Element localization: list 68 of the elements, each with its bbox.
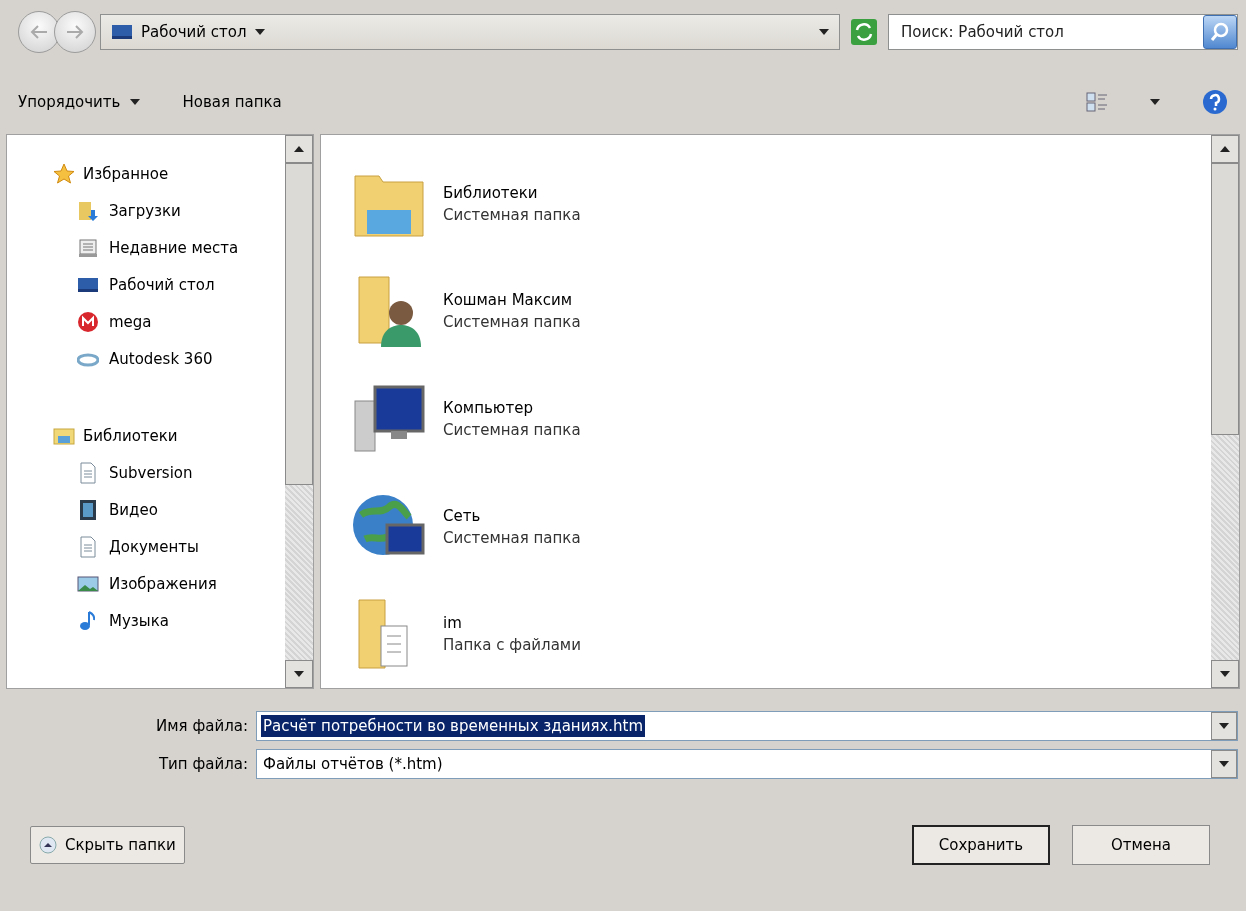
breadcrumb-caret-icon [254,29,265,35]
nav-item[interactable]: mega [37,303,285,340]
nav-group[interactable]: Библиотеки [37,417,285,454]
item-name[interactable]: Библиотеки [443,183,581,202]
down-arrow-icon [294,671,304,677]
filetype-label: Тип файла: [157,755,249,773]
new-folder-button[interactable]: Новая папка [182,89,282,115]
dialog-button[interactable]: Отмена [1072,825,1210,865]
caret-icon [1219,761,1229,767]
document-icon [77,461,99,484]
dropdown-caret-icon [819,29,829,35]
scrollbar[interactable] [285,135,313,688]
right-arrow-icon [66,25,84,39]
filename-label: Имя файла: [155,717,249,735]
nav-group[interactable]: Избранное [37,155,285,192]
scrollbar[interactable] [1211,135,1239,688]
scroll-down-button[interactable] [285,660,313,688]
down-arrow-icon [1220,671,1230,677]
item-name[interactable]: im [443,614,581,633]
nav-item[interactable]: Недавние места [37,229,285,266]
nav-item[interactable]: Видео [37,491,285,528]
document-icon [77,535,99,558]
dropdown-button[interactable] [1211,750,1237,778]
nav-item[interactable]: Документы [37,528,285,565]
dropdown-button[interactable] [1211,712,1237,740]
folder-download-icon [77,199,99,222]
help-icon[interactable] [1202,89,1228,115]
item-type: Системная папка [443,313,581,332]
item-type: Системная папка [443,528,581,547]
nav-item[interactable]: Рабочий стол [37,266,285,303]
scroll-up-button[interactable] [1211,135,1239,163]
left-arrow-icon [30,25,48,39]
hide-folders-button[interactable]: Скрыть папки [30,826,185,864]
item-type: Системная папка [443,205,581,224]
search-input[interactable]: Поиск: Рабочий стол [899,22,1203,42]
collapse-icon [39,836,57,854]
nav-item[interactable]: Autodesk 360 [37,340,285,377]
search-button[interactable] [1203,15,1237,49]
mega-logo-icon [77,310,99,333]
filename-field[interactable]: Расчёт потребности во временных зданиях.htm [256,711,1238,741]
item-name[interactable]: Кошман Максим [443,291,581,310]
filename-value: Расчёт потребности во временных зданиях.htm [261,715,646,737]
scroll-up-button[interactable] [285,135,313,163]
search-icon [1210,22,1230,42]
organize-menu[interactable]: Упорядочить [18,89,141,115]
dialog-button[interactable]: Сохранить [912,825,1050,865]
caret-icon [130,99,141,105]
item-type: Папка с файлами [443,636,581,655]
filetype-value: Файлы отчётов (*.htm) [262,754,444,775]
caret-icon [1219,723,1229,729]
recent-places-icon [77,236,99,259]
scroll-down-button[interactable] [1211,660,1239,688]
nav-item[interactable]: Subversion [37,454,285,491]
refresh-icon[interactable] [850,18,878,46]
nav-item[interactable]: Музыка [37,602,285,639]
filetype-field[interactable]: Файлы отчётов (*.htm) [256,749,1238,779]
address-location: Рабочий стол [141,23,247,41]
address-bar[interactable]: Рабочий стол [100,14,840,50]
view-caret-icon [1150,99,1160,105]
item-type: Системная папка [443,421,581,439]
search-field[interactable]: Поиск: Рабочий стол [888,14,1238,50]
up-arrow-icon [294,146,304,152]
nav-item[interactable]: Изображения [37,565,285,602]
nav-item[interactable]: Загрузки [37,192,285,229]
item-name[interactable]: Сеть [443,506,581,525]
star-icon [53,162,75,185]
up-arrow-icon [1220,146,1230,152]
item-name[interactable]: Компьютер [443,399,581,417]
